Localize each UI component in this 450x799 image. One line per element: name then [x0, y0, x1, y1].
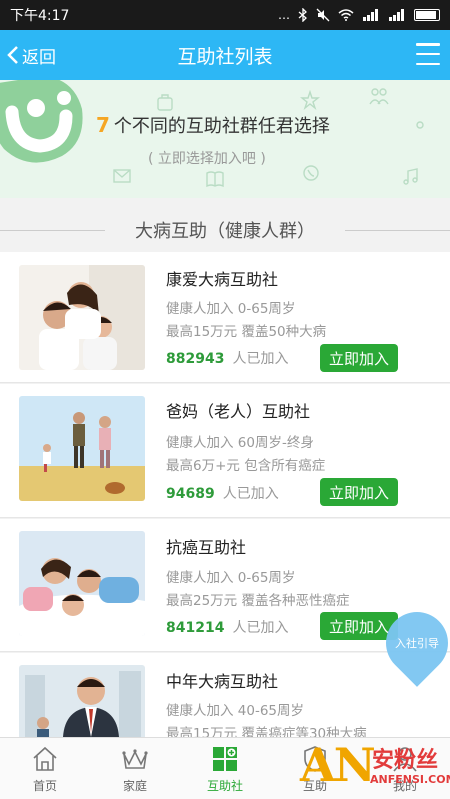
member-count-suffix: 人已加入: [222, 486, 279, 502]
tab-family[interactable]: 家庭: [90, 738, 180, 799]
banner-subline: ( 立即选择加入吧 ): [148, 151, 266, 167]
join-button[interactable]: 立即加入: [320, 478, 398, 506]
member-count: 841214 人已加入: [166, 617, 288, 637]
group-coverage: 最高15万元 覆盖50种大病: [166, 324, 327, 340]
tab-mutual[interactable]: 互助: [270, 738, 360, 799]
crown-icon: [122, 749, 148, 769]
tab-home-label: 首页: [32, 779, 57, 793]
battery-icon: [414, 9, 440, 21]
app-logo-icon: [0, 80, 83, 163]
bag-deco-icon: [157, 94, 173, 111]
group-name: 爸妈（老人）互助社: [166, 402, 311, 421]
list-item[interactable]: 康爱大病互助社 健康人加入 0-65周岁 最高15万元 覆盖50种大病 8829…: [0, 252, 450, 383]
family-photo: [19, 265, 145, 370]
group-eligibility: 健康人加入 0-65周岁: [166, 301, 296, 317]
tab-mutual-label: 互助: [302, 779, 327, 793]
dot-deco-icon: [416, 121, 424, 129]
person-icon: [393, 747, 417, 772]
nav-bar: 返回 互助社列表: [0, 30, 450, 80]
tab-groups-label: 互助社: [206, 779, 243, 793]
member-count-number: 94689: [166, 486, 215, 502]
tab-groups[interactable]: 互助社: [180, 738, 270, 799]
member-count-number: 882943: [166, 351, 225, 367]
member-count-number: 841214: [166, 620, 225, 636]
signal-icon: [363, 9, 378, 21]
join-guide-label: 入社引导: [395, 637, 439, 650]
join-button[interactable]: 立即加入: [320, 344, 398, 372]
shield-icon: [304, 746, 326, 772]
phone-deco-icon: [303, 165, 319, 181]
status-bar: 下午4:17 …: [0, 0, 450, 30]
grid-plus-icon: [213, 747, 237, 771]
member-count-suffix: 人已加入: [232, 351, 289, 367]
promo-banner: 7 个不同的互助社群任君选择 ( 立即选择加入吧 ): [0, 80, 450, 198]
group-coverage: 最高25万元 覆盖各种恶性癌症: [166, 593, 350, 609]
back-button[interactable]: 返回: [6, 30, 56, 80]
list-item[interactable]: 爸妈（老人）互助社 健康人加入 60周岁-终身 最高6万+元 包含所有癌症 94…: [0, 384, 450, 518]
home-icon: [33, 746, 57, 771]
group-name: 抗癌互助社: [166, 538, 247, 557]
mute-icon: [316, 8, 330, 22]
section-title: 大病互助（健康人群）: [0, 208, 450, 252]
star-deco-icon: [300, 90, 320, 110]
music-deco-icon: [403, 168, 418, 185]
tab-bar: 首页 家庭 互助社 互助 我的: [0, 737, 450, 799]
businessman-photo: [19, 665, 145, 737]
menu-icon[interactable]: [416, 43, 440, 65]
wifi-icon: [338, 9, 354, 21]
member-count: 882943 人已加入: [166, 348, 288, 368]
page-title: 互助社列表: [177, 45, 273, 68]
family-photo: [19, 531, 145, 636]
list-item[interactable]: 抗癌互助社 健康人加入 0-65周岁 最高25万元 覆盖各种恶性癌症 84121…: [0, 519, 450, 652]
list-item[interactable]: 中年大病互助社 健康人加入 40-65周岁 最高15万元 覆盖癌症等30种大病: [0, 653, 450, 742]
back-label: 返回: [22, 47, 56, 68]
member-count: 94689 人已加入: [166, 483, 279, 503]
notification-dots-icon: …: [278, 8, 290, 22]
group-name: 康爱大病互助社: [166, 270, 279, 289]
status-time: 下午4:17: [10, 8, 70, 24]
group-name: 中年大病互助社: [166, 672, 279, 691]
group-eligibility: 健康人加入 0-65周岁: [166, 570, 296, 586]
people-deco-icon: [369, 88, 389, 105]
banner-headline-text: 个不同的互助社群任君选择: [113, 116, 330, 137]
bluetooth-icon: [298, 8, 307, 22]
group-coverage: 最高6万+元 包含所有癌症: [166, 458, 326, 474]
group-eligibility: 健康人加入 40-65周岁: [166, 703, 305, 719]
book-deco-icon: [206, 171, 224, 188]
group-eligibility: 健康人加入 60周岁-终身: [166, 435, 314, 451]
tab-mine-label: 我的: [392, 779, 417, 793]
group-count: 7: [96, 113, 110, 137]
chevron-left-icon: [7, 46, 18, 64]
member-count-suffix: 人已加入: [232, 620, 289, 636]
tab-home[interactable]: 首页: [0, 738, 90, 799]
mail-deco-icon: [113, 169, 131, 183]
status-icons: …: [278, 8, 440, 22]
family-photo: [19, 396, 145, 501]
tab-mine[interactable]: 我的: [360, 738, 450, 799]
banner-headline: 7 个不同的互助社群任君选择: [96, 112, 330, 138]
tab-family-label: 家庭: [122, 779, 147, 793]
signal-icon-2: [389, 9, 404, 21]
